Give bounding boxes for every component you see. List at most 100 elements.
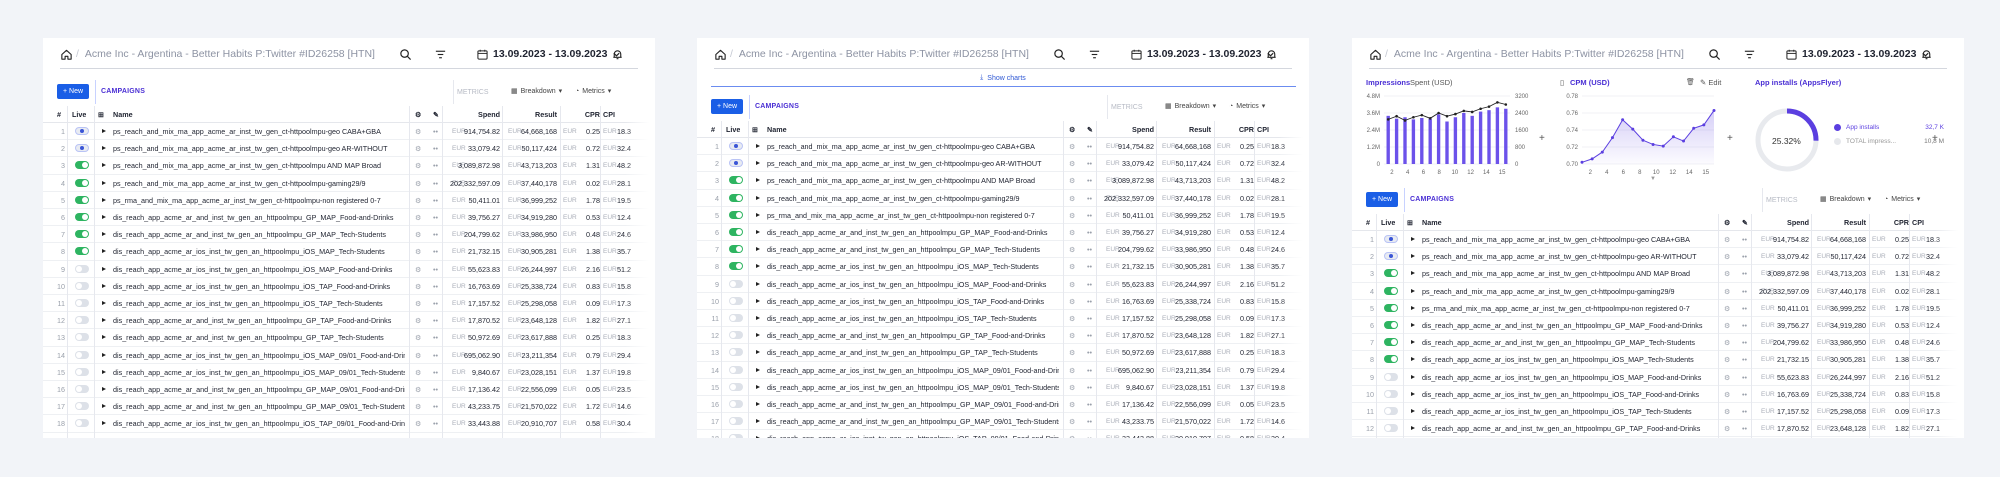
live-toggle[interactable] <box>75 402 89 411</box>
expand-triangle-icon[interactable] <box>756 230 760 234</box>
table-row[interactable]: 12 dis_reach_app_acme_ar_and_inst_tw_gen_… <box>43 312 655 330</box>
campaign-name[interactable]: dis_reach_app_acme_ar_and_inst_tw_gen_an… <box>767 413 1059 430</box>
table-row[interactable]: 16 dis_reach_app_acme_ar_and_inst_tw_gen_… <box>43 381 655 399</box>
row-settings-icon[interactable]: ⚙ <box>1724 403 1730 420</box>
col-result-header[interactable]: Result <box>505 106 557 123</box>
live-toggle[interactable] <box>75 230 89 239</box>
row-settings-icon[interactable]: ⚙ <box>1724 283 1730 300</box>
table-row[interactable]: 1 ps_reach_and_mix_ma_app_acme_ar_inst_tw… <box>43 123 655 141</box>
cpm-point[interactable] <box>1631 127 1635 131</box>
live-toggle[interactable] <box>729 210 743 219</box>
campaign-name[interactable]: ps_rma_and_mix_ma_app_acme_ar_inst_tw_ge… <box>767 207 1059 224</box>
table-row[interactable]: 1 ps_reach_and_mix_ma_app_acme_ar_inst_tw… <box>1352 231 1964 249</box>
live-toggle[interactable] <box>75 213 89 221</box>
live-toggle[interactable] <box>1384 321 1398 329</box>
spent-point[interactable] <box>1454 112 1457 116</box>
row-more-icon[interactable]: •• <box>433 192 438 209</box>
live-toggle[interactable] <box>1384 303 1398 312</box>
campaign-name[interactable]: ps_reach_and_mix_ma_app_acme_ar_inst_tw_… <box>1422 265 1714 282</box>
table-row[interactable]: 3 ps_reach_and_mix_ma_app_acme_ar_inst_tw… <box>43 157 655 175</box>
campaigns-label[interactable]: CAMPAIGNS <box>755 103 799 110</box>
legend-total-impressions[interactable]: TOTAL impress... 10,8 M <box>1834 138 1944 145</box>
legend-app-installs[interactable]: App installs 32,7 K <box>1834 124 1944 131</box>
cpm-point[interactable] <box>1651 142 1655 146</box>
cpm-point[interactable] <box>1671 135 1675 139</box>
row-more-icon[interactable]: •• <box>1742 369 1747 386</box>
campaign-name[interactable]: ps_reach_and_mix_ma_app_acme_ar_inst_tw_… <box>113 175 405 192</box>
col-cpi-header[interactable]: CPI <box>603 106 615 123</box>
campaign-name[interactable]: dis_reach_app_acme_ar_ios_inst_tw_gen_an… <box>767 293 1059 310</box>
expand-triangle-icon[interactable] <box>102 232 106 237</box>
expand-triangle-icon[interactable] <box>102 301 106 305</box>
impressions-bar[interactable] <box>1487 110 1491 164</box>
bell-icon[interactable] <box>611 48 624 61</box>
row-more-icon[interactable]: •• <box>433 381 438 398</box>
live-toggle[interactable] <box>75 161 89 170</box>
live-toggle[interactable] <box>75 350 89 359</box>
live-toggle[interactable] <box>75 127 89 135</box>
campaign-name[interactable]: dis_reach_app_acme_ar_and_inst_tw_gen_an… <box>113 209 405 226</box>
impressions-bar[interactable] <box>1470 115 1474 164</box>
campaign-name[interactable]: dis_reach_app_acme_ar_and_inst_tw_gen_an… <box>767 396 1059 413</box>
table-row[interactable]: 15 dis_reach_app_acme_ar_ios_inst_tw_gen_… <box>697 379 1309 396</box>
row-settings-icon[interactable]: ⚙ <box>415 157 421 174</box>
row-settings-icon[interactable]: ⚙ <box>1724 369 1730 386</box>
row-settings-icon[interactable]: ⚙ <box>1069 224 1075 241</box>
row-settings-icon[interactable]: ⚙ <box>1069 172 1075 189</box>
cpm-point[interactable] <box>1600 150 1604 154</box>
new-button[interactable]: + New <box>57 84 89 99</box>
impressions-bar[interactable] <box>1386 115 1390 164</box>
row-more-icon[interactable]: •• <box>1087 190 1092 207</box>
table-row[interactable]: 1 ps_reach_and_mix_ma_app_acme_ar_inst_tw… <box>697 138 1309 156</box>
breakdown-dropdown[interactable]: ▦ Breakdown ▾ <box>1820 195 1871 204</box>
expand-triangle-icon[interactable] <box>1411 409 1415 413</box>
campaign-name[interactable]: dis_reach_app_acme_ar_and_inst_tw_gen_an… <box>113 226 405 243</box>
expand-triangle-icon[interactable] <box>756 316 760 320</box>
row-more-icon[interactable]: •• <box>1742 351 1747 368</box>
row-settings-icon[interactable]: ⚙ <box>1069 138 1075 155</box>
edit-icon[interactable]: ✎ <box>433 106 439 123</box>
impressions-bar[interactable] <box>1495 107 1500 164</box>
row-more-icon[interactable]: •• <box>433 175 438 192</box>
table-row[interactable]: 10 dis_reach_app_acme_ar_ios_inst_tw_gen_… <box>43 278 655 295</box>
live-toggle[interactable] <box>75 385 89 393</box>
campaign-name[interactable]: dis_reach_app_acme_ar_ios_inst_tw_gen_an… <box>767 362 1059 379</box>
live-toggle[interactable] <box>75 281 89 290</box>
table-row[interactable]: 11 dis_reach_app_acme_ar_ios_inst_tw_gen_… <box>1352 403 1964 421</box>
col-name-header[interactable]: Name <box>767 121 787 138</box>
row-settings-icon[interactable]: ⚙ <box>1069 207 1075 224</box>
row-settings-icon[interactable]: ⚙ <box>1724 231 1730 248</box>
spent-point[interactable] <box>1479 107 1482 111</box>
live-toggle[interactable] <box>729 296 743 305</box>
campaign-name[interactable]: dis_reach_app_acme_ar_and_inst_tw_gen_an… <box>767 241 1059 258</box>
spent-point[interactable] <box>1487 105 1491 108</box>
spent-point[interactable] <box>1470 110 1474 114</box>
campaigns-label[interactable]: CAMPAIGNS <box>101 88 145 95</box>
row-settings-icon[interactable]: ⚙ <box>415 364 421 381</box>
live-toggle[interactable] <box>75 264 89 273</box>
cpm-point[interactable] <box>1692 126 1696 130</box>
row-settings-icon[interactable]: ⚙ <box>1069 396 1075 413</box>
table-row[interactable]: 16 dis_reach_app_acme_ar_and_inst_tw_gen_… <box>697 396 1309 414</box>
expand-triangle-icon[interactable] <box>102 352 106 357</box>
breakdown-dropdown[interactable]: ▦ Breakdown ▾ <box>1165 102 1216 111</box>
row-more-icon[interactable]: •• <box>1087 207 1092 224</box>
table-row[interactable]: 2 ps_reach_and_mix_ma_app_acme_ar_inst_tw… <box>43 140 655 158</box>
expand-triangle-icon[interactable] <box>756 247 760 252</box>
row-more-icon[interactable]: •• <box>1087 172 1092 189</box>
gear-icon[interactable]: ⚙ <box>1069 121 1075 138</box>
live-toggle[interactable] <box>729 365 743 374</box>
table-row[interactable]: 17 dis_reach_app_acme_ar_and_inst_tw_gen_… <box>697 413 1309 431</box>
live-toggle[interactable] <box>729 348 743 357</box>
column-settings-icon[interactable]: ⊞ <box>1407 214 1413 231</box>
expand-triangle-icon[interactable] <box>102 318 106 323</box>
row-settings-icon[interactable]: ⚙ <box>1069 293 1075 310</box>
live-toggle[interactable] <box>75 316 89 325</box>
live-toggle[interactable] <box>1384 372 1398 381</box>
campaign-name[interactable]: dis_reach_app_acme_ar_and_inst_tw_gen_an… <box>767 224 1059 241</box>
row-settings-icon[interactable]: ⚙ <box>1069 155 1075 172</box>
edit-chart-button[interactable]: ✎ Edit <box>1700 78 1721 87</box>
row-settings-icon[interactable]: ⚙ <box>415 398 421 415</box>
table-row[interactable]: 7 dis_reach_app_acme_ar_and_inst_tw_gen_a… <box>43 226 655 244</box>
row-more-icon[interactable]: •• <box>1742 248 1747 265</box>
